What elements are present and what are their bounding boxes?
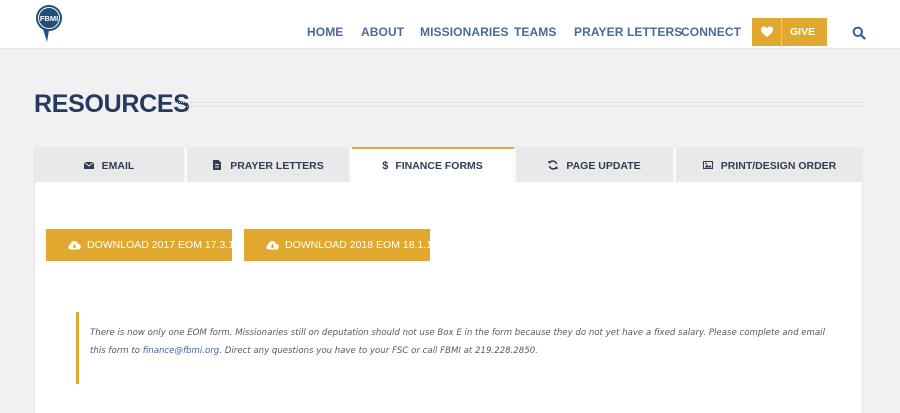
resources-panel (34, 147, 863, 413)
title-divider-lower (172, 106, 864, 107)
nav-home[interactable]: HOME (307, 25, 343, 39)
cloud-download-icon (266, 241, 279, 250)
resource-tabs: EMAIL PRAYER LETTERS $ FINANCE FORMS PAGE… (34, 147, 863, 182)
nav-teams[interactable]: TEAMS (514, 25, 557, 39)
tab-page-update-label: PAGE UPDATE (566, 160, 641, 172)
nav-about[interactable]: ABOUT (361, 25, 404, 39)
tab-email[interactable]: EMAIL (34, 147, 186, 182)
notice-text-after: . Direct any questions you have to your … (219, 346, 538, 356)
finance-email-link[interactable]: finance@fbmi.org (143, 346, 220, 356)
title-divider (172, 102, 864, 103)
nav-prayer-letters[interactable]: PRAYER LETTERS (574, 25, 682, 39)
download-2018-button[interactable]: DOWNLOAD 2018 EOM 18.1.1 (244, 229, 433, 261)
refresh-icon (548, 160, 559, 170)
download-2018-label: DOWNLOAD 2018 EOM 18.1.1 (285, 239, 433, 251)
site-header: FBMI HOME ABOUT MISSIONARIES TEAMS PRAYE… (0, 0, 900, 49)
cloud-download-icon (68, 241, 81, 250)
notice-accent-bar (76, 312, 79, 384)
tab-print-design-order-label: PRINT/DESIGN ORDER (720, 160, 837, 172)
tab-finance-forms-label: FINANCE FORMS (395, 160, 483, 172)
document-icon (213, 160, 222, 170)
eom-notice: There is now only one EOM form. Missiona… (90, 324, 830, 360)
nav-connect[interactable]: CONNECT (681, 25, 741, 39)
download-2017-button[interactable]: DOWNLOAD 2017 EOM 17.3.1 (46, 229, 235, 261)
tab-email-label: EMAIL (101, 160, 135, 172)
heart-icon (761, 26, 773, 37)
search-icon[interactable] (852, 26, 866, 40)
envelope-icon (83, 161, 94, 169)
give-label: GIVE (790, 26, 816, 38)
tab-print-design-order[interactable]: PRINT/DESIGN ORDER (676, 147, 863, 182)
tab-finance-forms[interactable]: $ FINANCE FORMS (352, 147, 515, 182)
dollar-icon: $ (382, 160, 389, 172)
image-icon (702, 161, 713, 169)
nav-missionaries[interactable]: MISSIONARIES (420, 25, 509, 39)
page-title: RESOURCES (34, 90, 190, 118)
tab-prayer-letters-label: PRAYER LETTERS (230, 160, 324, 172)
download-2017-label: DOWNLOAD 2017 EOM 17.3.1 (87, 239, 235, 251)
tab-page-update[interactable]: PAGE UPDATE (516, 147, 675, 182)
give-divider (781, 18, 782, 46)
give-button[interactable]: GIVE (752, 18, 827, 46)
tab-prayer-letters[interactable]: PRAYER LETTERS (187, 147, 351, 182)
